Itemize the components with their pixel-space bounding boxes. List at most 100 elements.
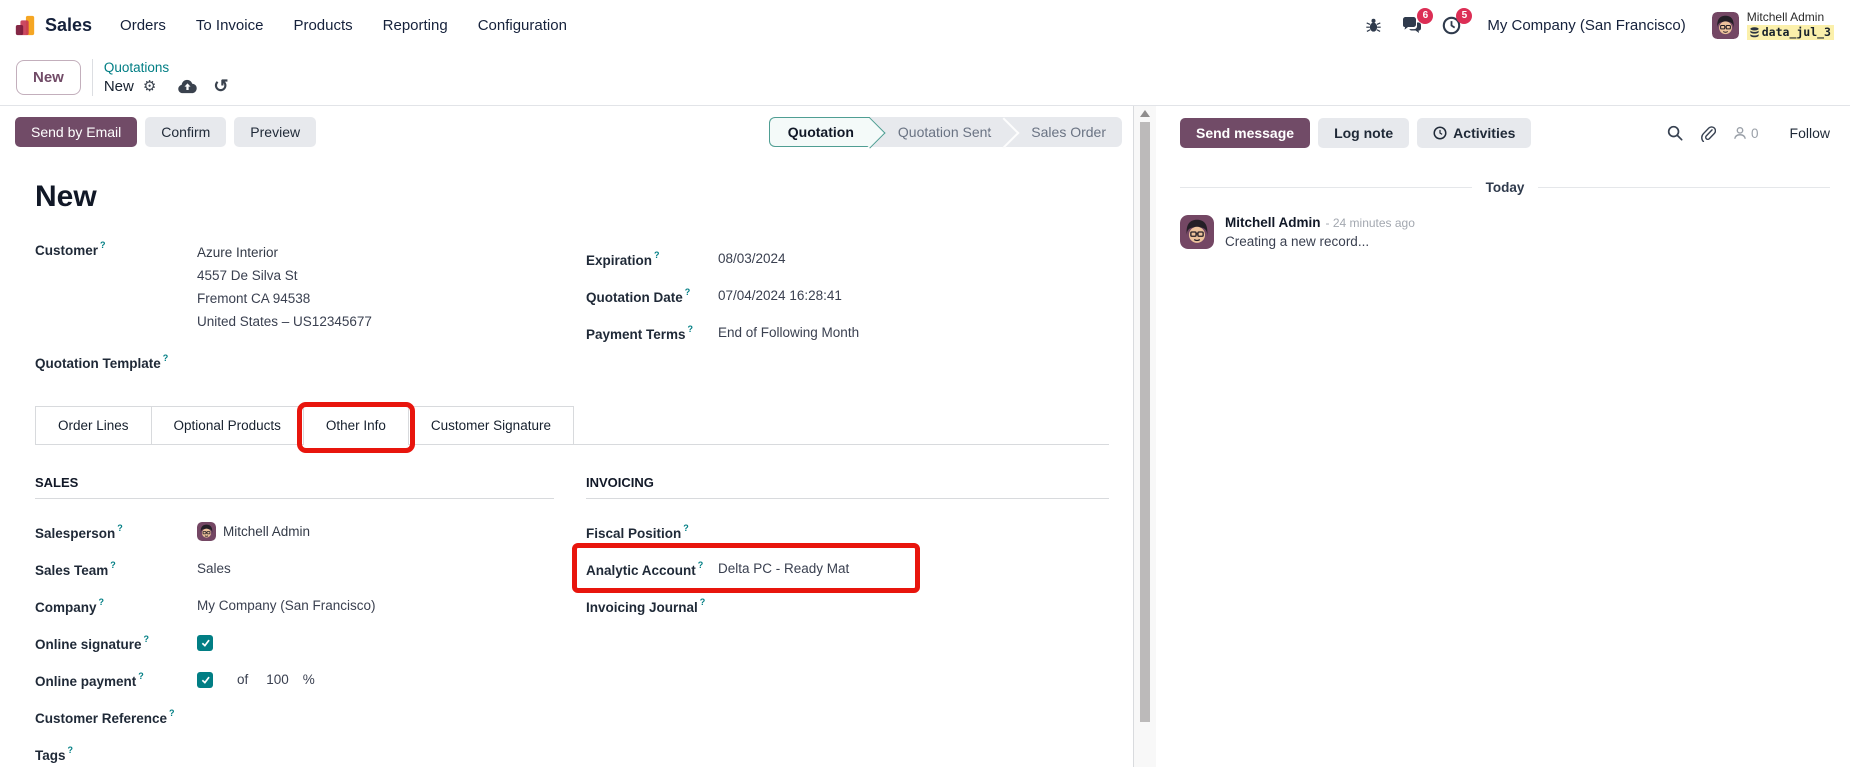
log-note-button[interactable]: Log note bbox=[1318, 118, 1410, 148]
follow-button[interactable]: Follow bbox=[1790, 125, 1830, 141]
send-by-email-button[interactable]: Send by Email bbox=[15, 117, 138, 147]
expiration-label: Expiration? bbox=[586, 249, 660, 268]
online-signature-checkbox[interactable] bbox=[197, 634, 213, 651]
invoicing-journal-field-row: Invoicing Journal? bbox=[586, 587, 1109, 624]
menu-to-invoice[interactable]: To Invoice bbox=[196, 17, 264, 34]
send-message-button[interactable]: Send message bbox=[1180, 118, 1311, 148]
invoicing-section-title: INVOICING bbox=[586, 475, 1109, 499]
status-quotation-sent[interactable]: Quotation Sent bbox=[869, 117, 1006, 147]
help-icon: ? bbox=[683, 522, 689, 533]
salesperson-name: Mitchell Admin bbox=[223, 524, 311, 539]
messages-badge: 6 bbox=[1417, 8, 1434, 24]
discard-undo-icon[interactable]: ↺ bbox=[213, 77, 228, 95]
sales-section-title: SALES bbox=[35, 475, 554, 499]
attachments-paperclip-icon[interactable] bbox=[1700, 125, 1717, 142]
clock-icon bbox=[1433, 126, 1447, 140]
messages-icon[interactable]: 6 bbox=[1402, 8, 1434, 34]
quotation-date-input[interactable]: 07/04/2024 16:28:41 bbox=[718, 288, 842, 303]
app-name[interactable]: Sales bbox=[45, 15, 92, 36]
salesperson-input[interactable]: Mitchell Admin bbox=[197, 522, 310, 541]
preview-button[interactable]: Preview bbox=[234, 117, 317, 147]
top-navbar: Sales Orders To Invoice Products Reporti… bbox=[0, 0, 1850, 50]
help-icon: ? bbox=[169, 707, 175, 718]
invoicing-journal-label: Invoicing Journal? bbox=[586, 596, 706, 615]
breadcrumb-quotations-link[interactable]: Quotations bbox=[104, 59, 229, 77]
search-messages-icon[interactable] bbox=[1667, 125, 1683, 141]
status-quotation[interactable]: Quotation bbox=[768, 117, 870, 147]
message-author-avatar[interactable] bbox=[1180, 215, 1214, 249]
company-field-row: Company? My Company (San Francisco) bbox=[35, 587, 554, 624]
quotation-date-field-row: Quotation Date? 07/04/2024 16:28:41 bbox=[586, 277, 1109, 314]
followers-toggle[interactable]: 0 bbox=[1733, 126, 1759, 141]
invoicing-group: INVOICING Fiscal Position? Analytic Acco… bbox=[572, 475, 1109, 772]
tab-order-lines[interactable]: Order Lines bbox=[35, 406, 152, 444]
quotation-template-field-row: Quotation Template? bbox=[35, 343, 554, 380]
sales-team-label: Sales Team? bbox=[35, 559, 116, 578]
customer-field-row: Customer? Azure Interior 4557 De Silva S… bbox=[35, 240, 554, 333]
help-icon: ? bbox=[138, 670, 144, 681]
customer-name: Azure Interior bbox=[197, 245, 279, 260]
chatter-icons: 0 Follow bbox=[1667, 125, 1830, 142]
customer-reference-label: Customer Reference? bbox=[35, 707, 175, 726]
date-divider: Today bbox=[1180, 180, 1831, 195]
company-input[interactable]: My Company (San Francisco) bbox=[197, 598, 376, 613]
chatter-message: Mitchell Admin - 24 minutes ago Creating… bbox=[1180, 215, 1830, 249]
message-body: Creating a new record... bbox=[1225, 234, 1370, 249]
divider-line bbox=[1538, 187, 1831, 188]
tags-label: Tags? bbox=[35, 744, 74, 763]
online-payment-amount-input[interactable]: 100 bbox=[266, 672, 289, 687]
analytic-account-label: Analytic Account? bbox=[586, 559, 704, 578]
form-sheet: New Customer? Azure Interior 4557 De Sil… bbox=[0, 158, 1133, 772]
chatter-toolbar: Send message Log note Activities 0 Follo… bbox=[1180, 118, 1830, 148]
message-author[interactable]: Mitchell Admin bbox=[1225, 215, 1321, 230]
analytic-account-field-row: Analytic Account? Delta PC - Ready Mat bbox=[572, 543, 1109, 593]
header-fields: Customer? Azure Interior 4557 De Silva S… bbox=[35, 240, 1109, 380]
online-payment-percent-label: % bbox=[302, 672, 315, 687]
tab-customer-signature[interactable]: Customer Signature bbox=[407, 406, 574, 444]
confirm-button[interactable]: Confirm bbox=[145, 117, 227, 147]
sales-team-input[interactable]: Sales bbox=[197, 561, 231, 576]
scrollbar-up-arrow[interactable] bbox=[1140, 110, 1150, 117]
chatter-panel: Send message Log note Activities 0 Follo… bbox=[1156, 106, 1850, 767]
tab-optional-products[interactable]: Optional Products bbox=[150, 406, 304, 444]
user-menu[interactable]: Mitchell Admin data_jul_3 bbox=[1711, 10, 1834, 40]
new-record-button[interactable]: New bbox=[16, 60, 81, 95]
notebook-tabs: Order Lines Optional Products Other Info… bbox=[35, 402, 1109, 453]
record-title: New bbox=[35, 180, 97, 213]
sales-team-field-row: Sales Team? Sales bbox=[35, 550, 554, 587]
tab-other-info[interactable]: Other Info bbox=[296, 402, 415, 453]
save-cloud-icon[interactable] bbox=[178, 79, 198, 94]
activities-clock-icon[interactable]: 5 bbox=[1442, 7, 1473, 35]
form-scrollbar[interactable] bbox=[1134, 106, 1156, 767]
online-payment-checkbox[interactable] bbox=[197, 671, 213, 688]
menu-reporting[interactable]: Reporting bbox=[383, 17, 448, 34]
scrollbar-thumb[interactable] bbox=[1140, 122, 1150, 722]
tags-field-row: Tags? bbox=[35, 735, 554, 772]
divider-label: Today bbox=[1485, 180, 1525, 195]
payment-terms-input[interactable]: End of Following Month bbox=[718, 325, 859, 340]
check-icon bbox=[201, 639, 210, 647]
expiration-input[interactable]: 08/03/2024 bbox=[718, 251, 786, 266]
customer-street: 4557 De Silva St bbox=[197, 268, 298, 283]
form-view: Send by Email Confirm Preview Quotation … bbox=[0, 106, 1134, 772]
menu-products[interactable]: Products bbox=[293, 17, 352, 34]
customer-reference-field-row: Customer Reference? bbox=[35, 698, 554, 735]
menu-configuration[interactable]: Configuration bbox=[478, 17, 567, 34]
message-content: Mitchell Admin - 24 minutes ago Creating… bbox=[1225, 215, 1415, 249]
breadcrumb-current: New bbox=[103, 77, 134, 95]
sales-group: SALES Salesperson? Mitchell Admin Sales … bbox=[35, 475, 554, 772]
check-icon bbox=[201, 676, 210, 684]
menu-orders[interactable]: Orders bbox=[120, 17, 166, 34]
other-info-page: SALES Salesperson? Mitchell Admin Sales … bbox=[35, 475, 1109, 772]
activities-button[interactable]: Activities bbox=[1417, 118, 1532, 148]
online-signature-label: Online signature? bbox=[35, 633, 150, 652]
company-switcher[interactable]: My Company (San Francisco) bbox=[1487, 17, 1685, 34]
analytic-account-input[interactable]: Delta PC - Ready Mat bbox=[718, 561, 849, 576]
debug-bug-icon[interactable] bbox=[1365, 17, 1382, 34]
status-sales-order[interactable]: Sales Order bbox=[1005, 117, 1122, 147]
payment-terms-label: Payment Terms? bbox=[586, 323, 694, 342]
customer-value[interactable]: Azure Interior 4557 De Silva St Fremont … bbox=[197, 240, 372, 333]
sales-app-home[interactable]: Sales bbox=[14, 14, 92, 36]
help-icon: ? bbox=[162, 352, 169, 363]
gear-actions-icon[interactable]: ⚙ bbox=[143, 77, 156, 97]
